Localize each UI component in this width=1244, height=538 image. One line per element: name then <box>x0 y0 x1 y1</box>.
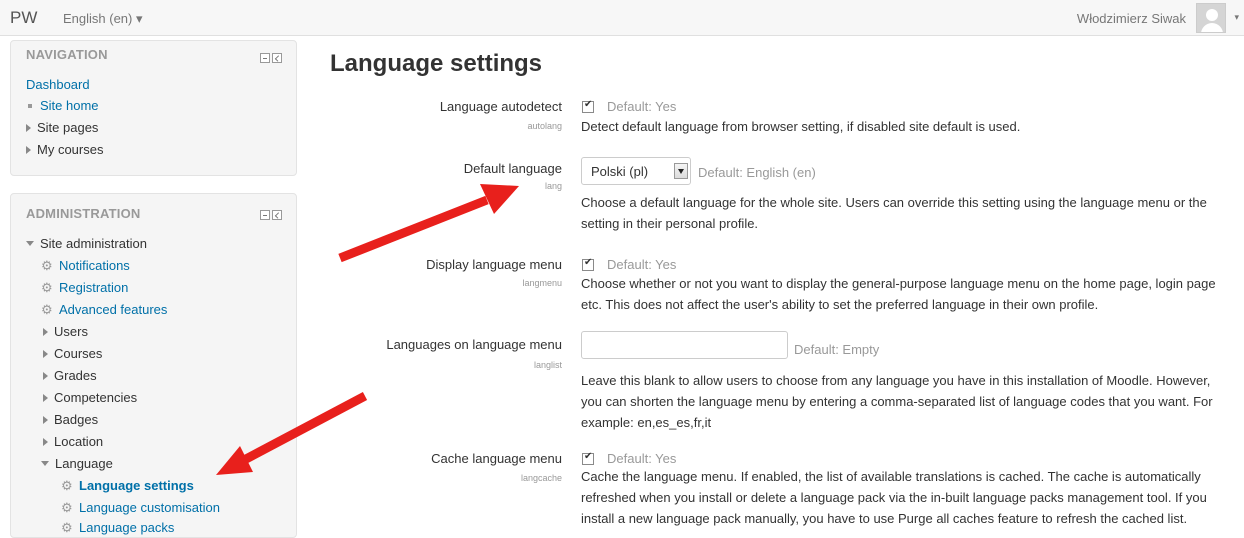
collapsed-arrow-icon <box>43 372 48 380</box>
cache-menu-default: Default: Yes <box>607 451 677 466</box>
admin-item-users[interactable]: Users <box>43 324 88 339</box>
admin-item-label: Badges <box>54 412 99 427</box>
setting-key-default-language: lang <box>544 181 562 191</box>
navigation-block-title: NAVIGATION <box>26 47 108 62</box>
setting-label-autodetect: Language autodetect <box>439 99 562 114</box>
collapsed-arrow-icon <box>43 328 48 336</box>
minimize-icon[interactable] <box>260 53 270 63</box>
setting-key-cache-menu: langcache <box>520 473 562 483</box>
collapsed-arrow-icon <box>43 438 48 446</box>
navigation-block: NAVIGATION Dashboard Site home Site page… <box>10 40 297 176</box>
languages-on-menu-input[interactable] <box>581 331 788 359</box>
dock-icon[interactable] <box>272 210 282 220</box>
admin-item-language[interactable]: Language <box>41 456 113 471</box>
admin-item-language-packs[interactable]: ⚙ Language packs <box>61 520 174 536</box>
default-language-default: Default: English (en) <box>698 165 816 180</box>
setting-key-autodetect: autolang <box>527 121 562 131</box>
gear-icon: ⚙ <box>61 478 73 493</box>
top-navbar: PW English (en) ▾ Włodzimierz Siwak ▾ <box>0 0 1244 36</box>
nav-item-site-home[interactable]: Site home <box>26 98 99 113</box>
admin-item-site-administration[interactable]: Site administration <box>26 236 147 251</box>
display-menu-default: Default: Yes <box>607 257 677 272</box>
languages-on-menu-description: Leave this blank to allow users to choos… <box>581 373 1213 430</box>
avatar[interactable] <box>1196 3 1226 33</box>
admin-item-label: Users <box>54 324 88 339</box>
admin-item-location[interactable]: Location <box>43 434 103 449</box>
setting-label-cache-menu: Cache language menu <box>431 451 562 466</box>
gear-icon: ⚙ <box>41 302 53 317</box>
gear-icon: ⚙ <box>41 280 53 295</box>
admin-item-label: Site administration <box>40 236 147 251</box>
collapsed-arrow-icon <box>26 146 31 154</box>
chevron-down-icon[interactable] <box>674 163 688 179</box>
default-language-select[interactable]: Polski (pl) <box>581 157 691 185</box>
admin-item-advanced-features[interactable]: ⚙ Advanced features <box>41 302 167 318</box>
admin-item-label[interactable]: Notifications <box>59 258 130 273</box>
admin-item-language-settings[interactable]: ⚙ Language settings <box>61 478 194 494</box>
admin-item-label: Courses <box>54 346 103 361</box>
languages-on-menu-default: Default: Empty <box>794 342 880 357</box>
admin-item-competencies[interactable]: Competencies <box>43 390 137 405</box>
cache-menu-description: Cache the language menu. If enabled, the… <box>581 469 1207 526</box>
gear-icon: ⚙ <box>61 520 73 535</box>
nav-item-label[interactable]: Site home <box>40 98 99 113</box>
admin-item-notifications[interactable]: ⚙ Notifications <box>41 258 130 274</box>
default-language-description: Choose a default language for the whole … <box>581 195 1207 231</box>
block-controls <box>260 210 282 220</box>
admin-item-label: Competencies <box>54 390 138 405</box>
annotation-arrow-default-language <box>338 184 519 263</box>
nav-item-label: My courses <box>37 142 104 157</box>
chevron-down-icon[interactable]: ▾ <box>1234 12 1239 23</box>
collapsed-arrow-icon <box>43 350 48 358</box>
setting-label-languages-on-menu: Languages on language menu <box>386 337 562 352</box>
avatar-body-shape <box>1201 23 1223 32</box>
setting-key-display-menu: langmenu <box>522 278 562 288</box>
collapsed-arrow-icon <box>43 416 48 424</box>
language-menu[interactable]: English (en) ▾ <box>63 11 143 27</box>
bullet-icon <box>28 103 32 108</box>
admin-item-language-customisation[interactable]: ⚙ Language customisation <box>61 500 220 516</box>
admin-item-badges[interactable]: Badges <box>43 412 98 427</box>
default-language-select-value: Polski (pl) <box>591 164 649 179</box>
admin-item-label[interactable]: Language settings <box>79 478 194 493</box>
admin-item-label[interactable]: Language customisation <box>79 500 220 515</box>
user-name[interactable]: Włodzimierz Siwak <box>1077 11 1186 26</box>
admin-item-label: Language <box>55 456 113 471</box>
expanded-arrow-icon <box>41 461 49 466</box>
admin-item-label[interactable]: Language packs <box>79 520 174 535</box>
display-menu-checkbox[interactable] <box>582 257 594 271</box>
nav-item-dashboard[interactable]: Dashboard <box>26 77 90 92</box>
avatar-head-shape <box>1206 9 1218 21</box>
cache-menu-checkbox[interactable] <box>582 451 594 465</box>
page-title: Language settings <box>330 50 543 77</box>
autodetect-description: Detect default language from browser set… <box>581 119 1021 134</box>
setting-label-display-menu: Display language menu <box>426 257 562 272</box>
collapsed-arrow-icon <box>43 394 48 402</box>
setting-key-languages-on-menu: langlist <box>533 360 562 370</box>
admin-item-registration[interactable]: ⚙ Registration <box>41 280 128 296</box>
admin-item-label[interactable]: Advanced features <box>59 302 167 317</box>
site-brand[interactable]: PW <box>10 8 37 28</box>
admin-item-grades[interactable]: Grades <box>43 368 97 383</box>
administration-block: ADMINISTRATION Site administration ⚙ Noti… <box>10 193 297 538</box>
nav-item-site-pages[interactable]: Site pages <box>26 120 98 135</box>
display-menu-description: Choose whether or not you want to displa… <box>581 276 1216 312</box>
admin-item-courses[interactable]: Courses <box>43 346 102 361</box>
nav-item-label: Site pages <box>37 120 99 135</box>
block-controls <box>260 53 282 63</box>
autodetect-default: Default: Yes <box>607 99 677 114</box>
administration-block-title: ADMINISTRATION <box>26 206 141 221</box>
collapsed-arrow-icon <box>26 124 31 132</box>
admin-item-label: Grades <box>54 368 97 383</box>
autodetect-checkbox[interactable] <box>582 99 594 113</box>
gear-icon: ⚙ <box>61 500 73 515</box>
admin-item-label: Location <box>54 434 104 449</box>
admin-item-label[interactable]: Registration <box>59 280 128 295</box>
setting-label-default-language: Default language <box>463 161 562 176</box>
minimize-icon[interactable] <box>260 210 270 220</box>
nav-item-my-courses[interactable]: My courses <box>26 142 103 157</box>
gear-icon: ⚙ <box>41 258 53 273</box>
expanded-arrow-icon <box>26 241 34 246</box>
dock-icon[interactable] <box>272 53 282 63</box>
